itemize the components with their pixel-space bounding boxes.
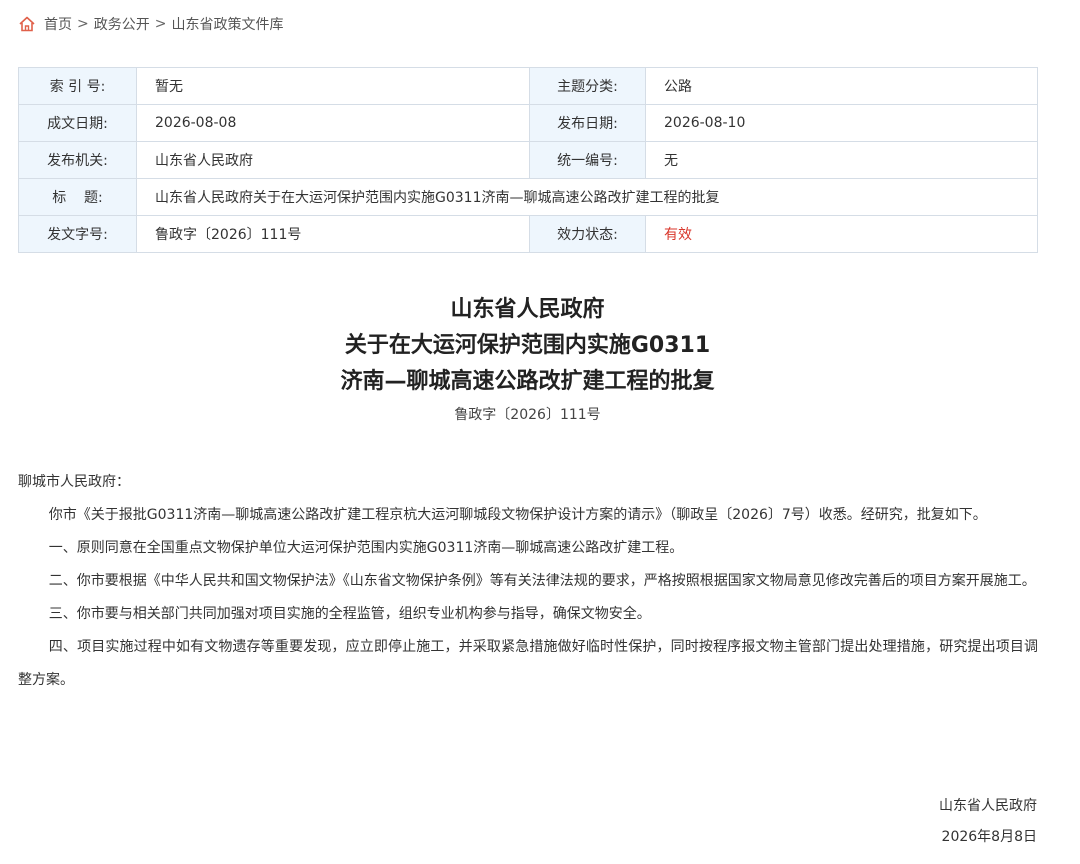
meta-row: 索 引 号: 暂无 主题分类: 公路 [18, 67, 1038, 105]
index-value: 暂无 [136, 67, 530, 105]
status-value: 有效 [645, 215, 1038, 253]
index-label: 索 引 号: [18, 67, 137, 105]
meta-row: 标 题: 山东省人民政府关于在大运河保护范围内实施G0311济南—聊城高速公路改… [18, 178, 1038, 216]
body-paragraph: 三、你市要与相关部门共同加强对项目实施的全程监管，组织专业机构参与指导，确保文物… [48, 606, 651, 622]
document-title-line: 关于在大运河保护范围内实施G0311 [344, 333, 711, 358]
breadcrumb: 首页 > 政务公开 > 山东省政策文件库 [18, 12, 283, 36]
breadcrumb-gov-affairs-link[interactable]: 政务公开 [94, 14, 150, 34]
meta-row: 发文字号: 鲁政字〔2026〕111号 效力状态: 有效 [18, 215, 1038, 253]
document-meta-table: 索 引 号: 暂无 主题分类: 公路 成文日期: 2026-08-08 发布日期… [18, 67, 1038, 253]
home-icon[interactable] [18, 15, 36, 33]
breadcrumb-policy-library-link[interactable]: 山东省政策文件库 [171, 14, 283, 34]
breadcrumb-separator: > [154, 16, 167, 32]
serial-label: 统一编号: [529, 141, 646, 179]
signature-organization: 山东省人民政府 [939, 798, 1037, 814]
status-label: 效力状态: [529, 215, 646, 253]
publish-date-label: 发布日期: [529, 104, 646, 142]
body-paragraph: 四、项目实施过程中如有文物遗存等重要发现，应立即停止施工，并采取紧急措施做好临时… [18, 639, 1038, 688]
title-label: 标 题: [18, 178, 137, 216]
topic-label: 主题分类: [529, 67, 646, 105]
body-paragraph: 你市《关于报批G0311济南—聊城高速公路改扩建工程京杭大运河聊城段文物保护设计… [48, 507, 987, 523]
doc-number-label: 发文字号: [18, 215, 137, 253]
document-number: 鲁政字〔2026〕111号 [454, 407, 601, 423]
topic-value: 公路 [645, 67, 1038, 105]
breadcrumb-separator: > [77, 16, 89, 32]
written-date-label: 成文日期: [18, 104, 137, 142]
document-title: 山东省人民政府 关于在大运河保护范围内实施G0311 济南—聊城高速公路改扩建工… [0, 292, 1055, 400]
publish-date-value: 2026-08-10 [645, 104, 1038, 142]
serial-value: 无 [645, 141, 1038, 179]
breadcrumb-home-link[interactable]: 首页 [44, 14, 72, 34]
signature-date: 2026年8月8日 [941, 829, 1037, 845]
document-title-line: 山东省人民政府 [450, 297, 605, 322]
doc-number-value: 鲁政字〔2026〕111号 [136, 215, 530, 253]
meta-row: 成文日期: 2026-08-08 发布日期: 2026-08-10 [18, 104, 1038, 142]
body-paragraph: 一、原则同意在全国重点文物保护单位大运河保护范围内实施G0311济南—聊城高速公… [48, 540, 684, 556]
issuer-label: 发布机关: [18, 141, 137, 179]
document-title-line: 济南—聊城高速公路改扩建工程的批复 [340, 369, 715, 394]
title-value: 山东省人民政府关于在大运河保护范围内实施G0311济南—聊城高速公路改扩建工程的… [136, 178, 1038, 216]
written-date-value: 2026-08-08 [136, 104, 530, 142]
document-body: 聊城市人民政府： 你市《关于报批G0311济南—聊城高速公路改扩建工程京杭大运河… [18, 466, 1038, 697]
meta-row: 发布机关: 山东省人民政府 统一编号: 无 [18, 141, 1038, 179]
salutation: 聊城市人民政府： [18, 474, 130, 490]
body-paragraph: 二、你市要根据《中华人民共和国文物保护法》《山东省文物保护条例》等有关法律法规的… [48, 573, 1036, 589]
issuer-value: 山东省人民政府 [136, 141, 530, 179]
